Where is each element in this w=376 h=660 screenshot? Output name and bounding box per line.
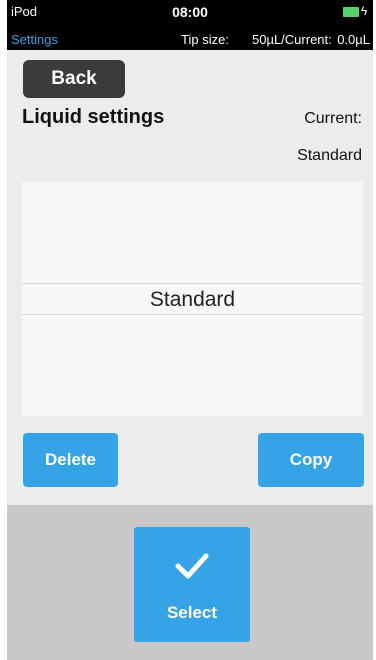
battery-icon: ϟ: [343, 4, 367, 18]
screen-name: Settings: [11, 32, 58, 47]
select-label: Select: [166, 603, 218, 622]
bottom-bar: Select: [7, 505, 373, 660]
current-value: Standard: [297, 147, 362, 164]
select-button[interactable]: Select: [134, 527, 250, 642]
checkmark-icon: [134, 551, 250, 587]
copy-button[interactable]: Copy: [258, 433, 364, 487]
current-label: Current:: [304, 110, 362, 127]
liquid-picker[interactable]: Standard: [22, 182, 363, 416]
clock: 08:00: [172, 4, 208, 20]
page-title: Liquid settings: [22, 106, 165, 128]
picker-item-standard[interactable]: Standard: [22, 285, 363, 315]
picker-divider-bottom: [22, 314, 363, 315]
picker-divider-top: [22, 283, 363, 284]
status-bar: iPod 08:00 ϟ Settings Tip size: 50µL/Cur…: [7, 0, 373, 50]
tip-size-value: 50µL/Current:: [252, 32, 332, 47]
delete-button[interactable]: Delete: [23, 433, 118, 487]
tip-size-label: Tip size:: [181, 32, 229, 47]
back-button[interactable]: Back: [23, 60, 125, 98]
current-volume: 0.0µL: [337, 32, 370, 47]
main-panel: Back Liquid settings Current: Standard S…: [7, 50, 373, 505]
